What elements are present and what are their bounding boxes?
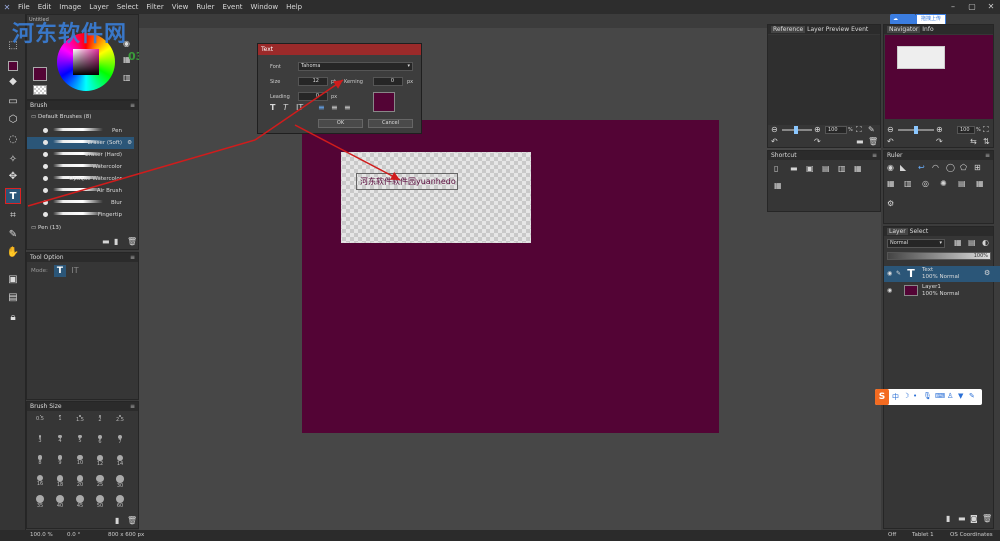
annotation-arrows	[27, 79, 401, 207]
status-bar: 100.0 % 0.0 ° 800 x 600 px Off Tablet 1 …	[0, 530, 1000, 541]
status-angle: 0.0 °	[67, 532, 81, 538]
status-zoom: 100.0 %	[30, 532, 53, 538]
status-size: 800 x 600 px	[108, 532, 145, 538]
status-off[interactable]: Off	[888, 530, 896, 541]
status-coords[interactable]: OS Coordinates	[950, 530, 993, 541]
arrow-to-kerning	[254, 79, 344, 141]
arrow-to-dialog	[27, 139, 256, 207]
arrow-to-text	[294, 124, 401, 181]
status-tablet[interactable]: Tablet 1	[912, 530, 934, 541]
